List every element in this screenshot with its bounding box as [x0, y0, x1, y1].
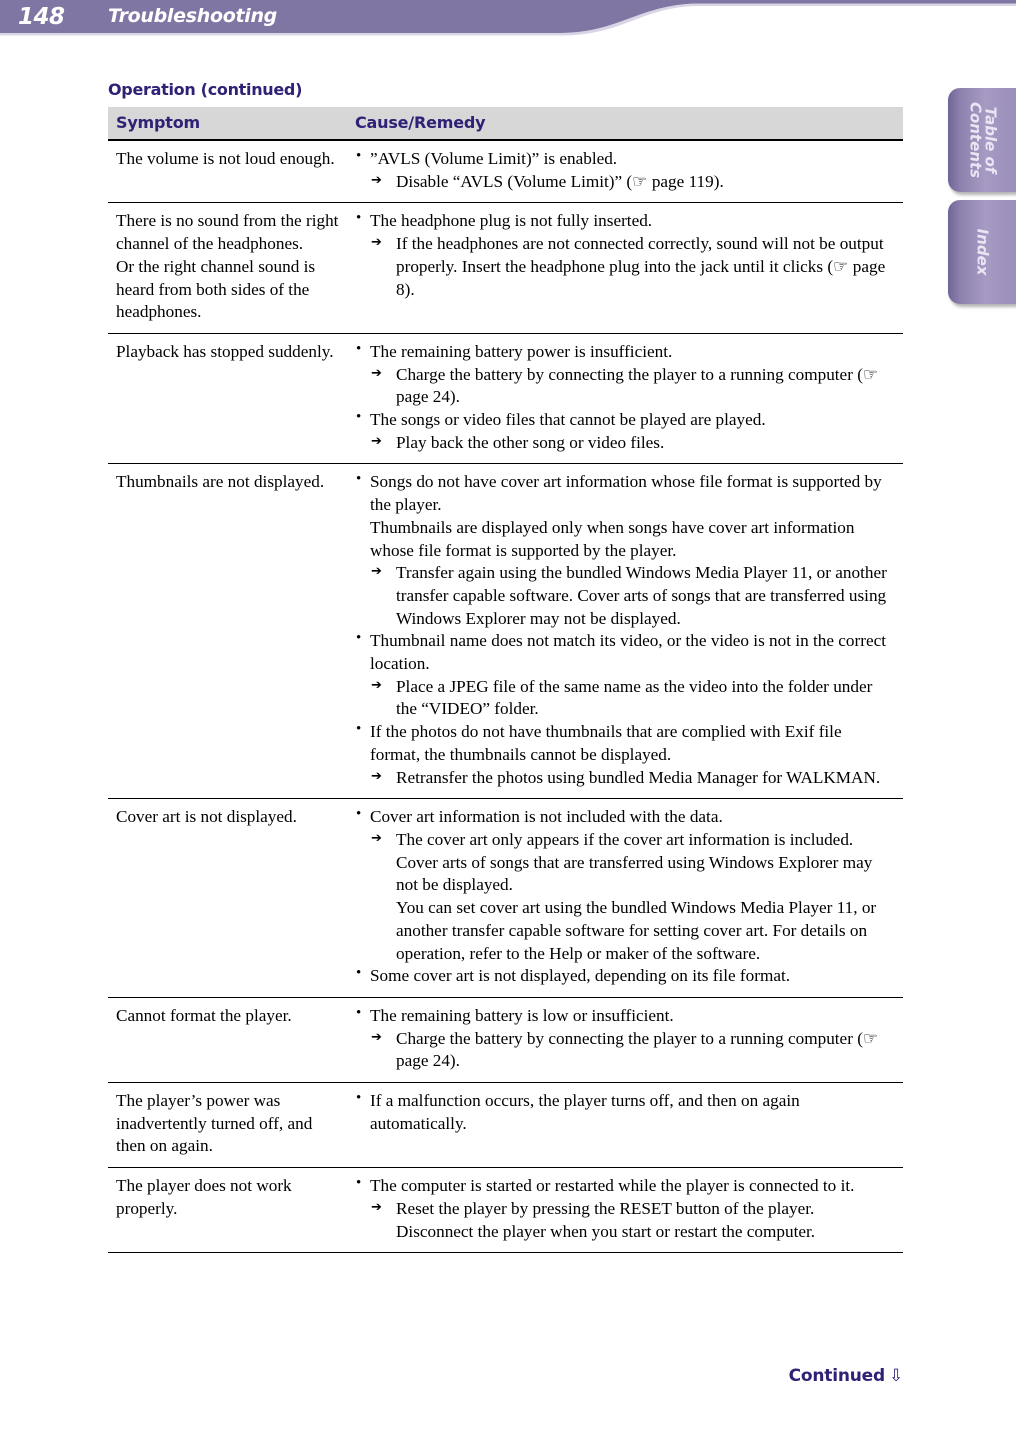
remedy-item: Retransfer the photos using bundled Medi…: [370, 767, 895, 790]
cause-list: Songs do not have cover art information …: [355, 470, 895, 790]
troubleshooting-table: Symptom Cause/Remedy The volume is not l…: [108, 107, 903, 1254]
remedy-item: Play back the other song or video files.: [370, 432, 895, 455]
remedy-item: Place a JPEG file of the same name as th…: [370, 676, 895, 721]
footer-continued[interactable]: Continued ⇩: [0, 1366, 904, 1386]
table-row: Playback has stopped suddenly. The remai…: [108, 332, 903, 464]
column-header-symptom: Symptom: [108, 107, 347, 140]
remedy-cell: The remaining battery is low or insuffic…: [347, 996, 903, 1083]
symptom-cell: The player does not work properly.: [108, 1167, 347, 1254]
cause-item: If the photos do not have thumbnails tha…: [355, 720, 895, 790]
cause-text: If a malfunction occurs, the player turn…: [370, 1091, 800, 1133]
cause-list: The computer is started or restarted whi…: [355, 1174, 895, 1243]
cause-item: The remaining battery power is insuffici…: [355, 340, 895, 409]
cause-item: The computer is started or restarted whi…: [355, 1174, 895, 1243]
page-title: Troubleshooting: [108, 5, 277, 27]
arrow-down-icon: ⇩: [888, 1366, 903, 1386]
cause-list: The remaining battery is low or insuffic…: [355, 1004, 895, 1073]
cause-item: Songs do not have cover art information …: [355, 470, 895, 630]
page-header: 148 Troubleshooting: [0, 0, 1016, 60]
remedy-item: If the headphones are not connected corr…: [370, 233, 895, 301]
remedy-item: Reset the player by pressing the RESET b…: [370, 1198, 895, 1243]
cause-text: The songs or video files that cannot be …: [370, 410, 766, 430]
cause-item: Thumbnail name does not match its video,…: [355, 629, 895, 721]
cause-list: The headphone plug is not fully inserted…: [355, 209, 895, 301]
cause-text: The headphone plug is not fully inserted…: [370, 211, 653, 231]
sidebar-tab-table-of-contents-label: Table of Contents: [966, 101, 999, 179]
sidebar-tab-index[interactable]: Index: [948, 200, 1016, 304]
table-row: The volume is not loud enough. ”AVLS (Vo…: [108, 140, 903, 203]
symptom-line: Or the right channel sound is heard from…: [116, 256, 316, 322]
cause-text: Some cover art is not displayed, dependi…: [370, 966, 791, 986]
cause-text: The remaining battery is low or insuffic…: [370, 1005, 674, 1025]
page-number: 148: [18, 4, 65, 30]
table-row: Thumbnails are not displayed. Songs do n…: [108, 463, 903, 799]
remedy-cell: If a malfunction occurs, the player turn…: [347, 1082, 903, 1168]
toc-line-2: Contents: [966, 101, 984, 179]
remedy-item: Disable “AVLS (Volume Limit)” (☞ page 11…: [370, 171, 895, 194]
remedy-cell: The remaining battery power is insuffici…: [347, 332, 903, 464]
remedy-cell: Cover art information is not included wi…: [347, 798, 903, 998]
column-header-cause-remedy: Cause/Remedy: [347, 107, 903, 140]
remedy-item: Charge the battery by connecting the pla…: [370, 364, 895, 409]
remedy-item: Transfer again using the bundled Windows…: [370, 562, 895, 630]
cause-item: The songs or video files that cannot be …: [355, 408, 895, 455]
remedy-cell: Songs do not have cover art information …: [347, 463, 903, 799]
table-row: There is no sound from the right channel…: [108, 202, 903, 334]
remedy-text: The cover art only appears if the cover …: [396, 829, 873, 895]
table-row: Cover art is not displayed. Cover art in…: [108, 798, 903, 998]
section-heading: Operation (continued): [108, 80, 303, 99]
symptom-cell: Cover art is not displayed.: [108, 798, 347, 998]
remedy-cell: The headphone plug is not fully inserted…: [347, 202, 903, 334]
cause-list: ”AVLS (Volume Limit)” is enabled. Disabl…: [355, 147, 895, 194]
cause-extra-text: Thumbnails are displayed only when songs…: [370, 517, 855, 560]
cause-text: ”AVLS (Volume Limit)” is enabled.: [370, 149, 618, 168]
table-header-row: Symptom Cause/Remedy: [108, 107, 903, 140]
cause-item: Cover art information is not included wi…: [355, 805, 895, 965]
table-row: The player’s power was inadvertently tur…: [108, 1082, 903, 1168]
symptom-cell: The player’s power was inadvertently tur…: [108, 1082, 347, 1168]
sidebar-tab-table-of-contents[interactable]: Table of Contents: [948, 88, 1016, 192]
table-header: Symptom Cause/Remedy: [108, 107, 903, 140]
symptom-cell: The volume is not loud enough.: [116, 149, 335, 168]
remedy-item: Charge the battery by connecting the pla…: [370, 1028, 895, 1073]
sidebar-tab-index-label: Index: [973, 228, 992, 276]
table-row: The player does not work properly. The c…: [108, 1167, 903, 1254]
cause-text: The remaining battery power is insuffici…: [370, 341, 673, 361]
cause-item: The headphone plug is not fully inserted…: [355, 209, 895, 301]
continued-label: Continued: [788, 1366, 886, 1386]
cause-text: Thumbnail name does not match its video,…: [370, 631, 886, 674]
remedy-item: The cover art only appears if the cover …: [370, 829, 895, 965]
cause-item: If a malfunction occurs, the player turn…: [355, 1089, 895, 1135]
symptom-line: There is no sound from the right channel…: [116, 211, 339, 254]
table-row: Cannot format the player. The remaining …: [108, 996, 903, 1083]
remedy-extra-text: You can set cover art using the bundled …: [396, 898, 877, 963]
page-content: Operation (continued) Symptom Cause/Reme…: [108, 80, 903, 1254]
cause-item: Some cover art is not displayed, dependi…: [355, 964, 895, 988]
cause-text: Cover art information is not included wi…: [370, 807, 723, 827]
cause-list: If a malfunction occurs, the player turn…: [355, 1089, 895, 1135]
remedy-cell: The computer is started or restarted whi…: [347, 1167, 903, 1254]
cause-list: The remaining battery power is insuffici…: [355, 340, 895, 455]
cause-text: The computer is started or restarted whi…: [370, 1176, 855, 1196]
cause-text: If the photos do not have thumbnails tha…: [370, 722, 842, 764]
table-body: The volume is not loud enough. ”AVLS (Vo…: [108, 140, 903, 1254]
symptom-cell: There is no sound from the right channel…: [108, 202, 347, 334]
cause-list: Cover art information is not included wi…: [355, 805, 895, 988]
symptom-cell: Playback has stopped suddenly.: [108, 332, 347, 464]
symptom-cell: Cannot format the player.: [108, 996, 347, 1083]
symptom-cell: Thumbnails are not displayed.: [108, 463, 347, 799]
cause-text: Songs do not have cover art information …: [370, 472, 882, 515]
remedy-cell: ”AVLS (Volume Limit)” is enabled. Disabl…: [347, 140, 903, 203]
cause-item: The remaining battery is low or insuffic…: [355, 1004, 895, 1073]
cause-item: ”AVLS (Volume Limit)” is enabled. Disabl…: [355, 147, 895, 194]
